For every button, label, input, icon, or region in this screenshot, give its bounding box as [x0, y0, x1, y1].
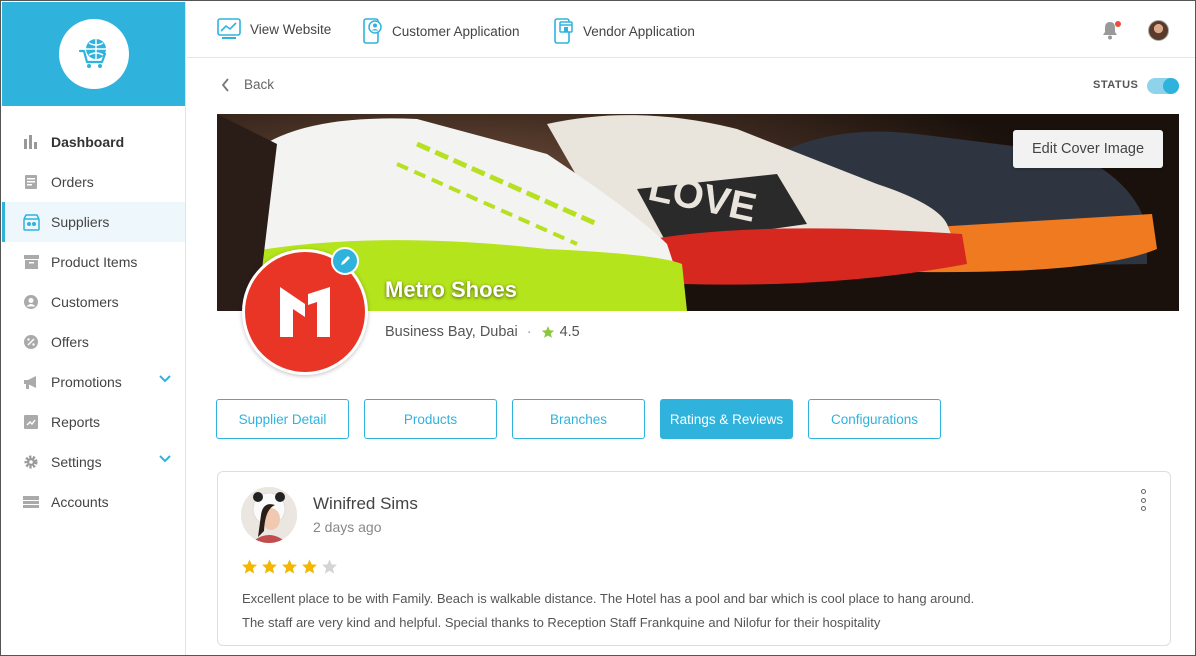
more-options-icon[interactable] — [1137, 489, 1149, 511]
supplier-rating: 4.5 — [559, 324, 580, 340]
megaphone-icon — [22, 373, 40, 391]
chevron-down-icon[interactable] — [159, 455, 171, 463]
view-website-link[interactable]: View Website — [217, 18, 331, 40]
monitor-chart-icon — [217, 18, 241, 39]
review-text: Excellent place to be with Family. Beach… — [242, 587, 1142, 635]
sidebar-item-label: Suppliers — [51, 214, 110, 230]
status-label: STATUS — [1093, 79, 1139, 91]
sidebar-item-suppliers[interactable]: Suppliers — [2, 202, 185, 242]
sidebar-item-label: Product Items — [51, 254, 138, 270]
chevron-left-icon — [221, 77, 229, 92]
review-time: 2 days ago — [313, 519, 382, 535]
customer-app-icon — [363, 18, 382, 44]
sidebar-item-label: Reports — [51, 414, 101, 430]
back-label: Back — [244, 77, 275, 92]
review-line: The staff are very kind and helpful. Spe… — [242, 615, 881, 630]
tab-products[interactable]: Products — [364, 399, 497, 439]
percent-icon — [22, 333, 40, 351]
sidebar-item-label: Settings — [51, 454, 102, 470]
notification-badge — [1115, 21, 1121, 27]
sidebar-item-label: Orders — [51, 174, 94, 190]
vendor-app-icon — [554, 18, 573, 44]
tab-supplier-detail[interactable]: Supplier Detail — [216, 399, 349, 439]
edit-cover-image-button[interactable]: Edit Cover Image — [1013, 130, 1163, 168]
customers-icon — [22, 293, 40, 311]
review-stars — [241, 558, 341, 575]
sidebar-item-settings[interactable]: Settings — [2, 442, 185, 482]
sidebar-item-customers[interactable]: Customers — [2, 282, 185, 322]
vendor-application-link[interactable]: Vendor Application — [552, 18, 695, 44]
tab-configurations[interactable]: Configurations — [808, 399, 941, 439]
review-line: Excellent place to be with Family. Beach… — [242, 591, 975, 606]
app-window: Dashboard Orders Suppliers Product Items… — [0, 0, 1196, 656]
edit-logo-button[interactable] — [331, 247, 359, 275]
sidebar-item-product-items[interactable]: Product Items — [2, 242, 185, 282]
star-filled-icon — [242, 559, 257, 574]
orders-icon — [22, 173, 40, 191]
sidebar-item-label: Dashboard — [51, 134, 125, 150]
view-website-label: View Website — [250, 21, 332, 37]
logo-band — [2, 2, 185, 106]
sidebar-item-dashboard[interactable]: Dashboard — [2, 122, 185, 162]
star-icon — [541, 326, 554, 338]
separator: · — [526, 324, 532, 340]
globe-cart-icon — [78, 39, 106, 68]
star-filled-icon — [302, 559, 317, 574]
vendor-application-label: Vendor Application — [583, 23, 695, 39]
star-filled-icon — [262, 559, 277, 574]
sidebar-item-promotions[interactable]: Promotions — [2, 362, 185, 402]
tab-branches[interactable]: Branches — [512, 399, 645, 439]
customer-application-label: Customer Application — [392, 23, 520, 39]
suppliers-icon — [22, 213, 40, 231]
toggle-knob — [1163, 78, 1179, 94]
star-empty-icon — [322, 559, 337, 574]
sidebar-item-label: Promotions — [51, 374, 122, 390]
reviewer-name: Winifred Sims — [313, 494, 418, 513]
status-toggle[interactable] — [1147, 78, 1179, 94]
sidebar-item-reports[interactable]: Reports — [2, 402, 185, 442]
reports-icon — [22, 413, 40, 431]
reviewer-photo — [241, 487, 297, 543]
user-avatar[interactable] — [1148, 20, 1169, 41]
supplier-name: Metro Shoes — [385, 277, 518, 302]
accounts-icon — [22, 493, 40, 511]
metro-m-logo — [280, 287, 330, 337]
gear-icon — [22, 453, 40, 471]
sidebar-item-orders[interactable]: Orders — [2, 162, 185, 202]
tab-ratings-reviews[interactable]: Ratings & Reviews — [660, 399, 793, 439]
sidebar: Dashboard Orders Suppliers Product Items… — [2, 2, 186, 655]
top-bar: View Website Customer Application Vendor… — [187, 2, 1195, 58]
sidebar-item-label: Offers — [51, 334, 89, 350]
sidebar-nav: Dashboard Orders Suppliers Product Items… — [2, 122, 185, 522]
back-button[interactable]: Back — [221, 77, 274, 92]
chevron-down-icon[interactable] — [159, 375, 171, 383]
supplier-location: Business Bay, Dubai — [385, 324, 518, 340]
sidebar-item-accounts[interactable]: Accounts — [2, 482, 185, 522]
star-filled-icon — [282, 559, 297, 574]
sidebar-item-offers[interactable]: Offers — [2, 322, 185, 362]
sidebar-item-label: Accounts — [51, 494, 109, 510]
sidebar-item-label: Customers — [51, 294, 119, 310]
product-items-icon — [22, 253, 40, 271]
customer-application-link[interactable]: Customer Application — [361, 18, 520, 44]
supplier-meta: Business Bay, Dubai · 4.5 — [385, 324, 580, 340]
pencil-icon — [341, 256, 350, 265]
app-logo[interactable] — [58, 19, 129, 89]
reviewer-avatar — [241, 487, 297, 543]
bar-chart-icon — [22, 133, 40, 151]
